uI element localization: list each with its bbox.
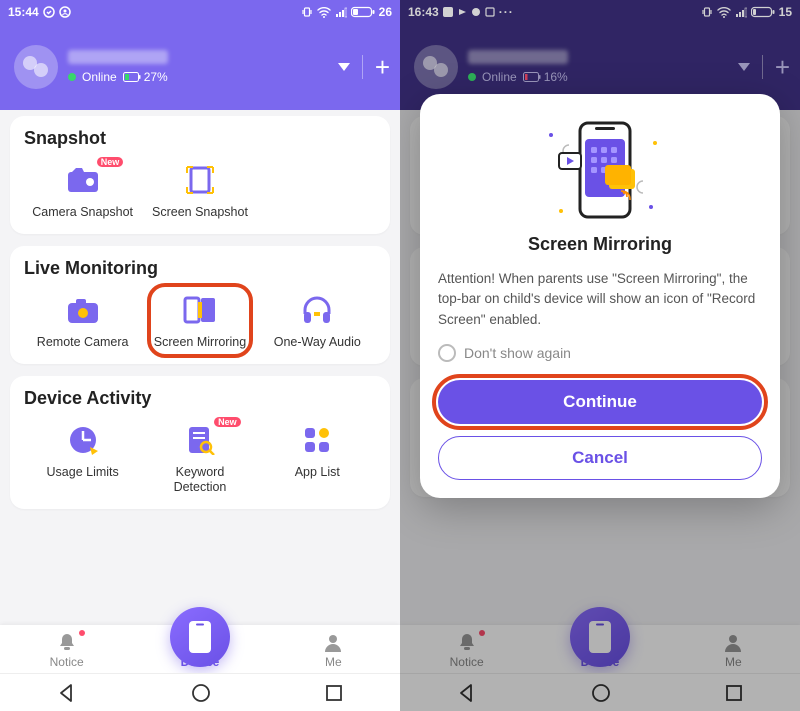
modal-body: Attention! When parents use "Screen Mirr… [438,269,762,330]
online-status: Online [82,70,117,84]
plus-icon[interactable]: + [375,54,390,80]
signal-icon [335,6,347,18]
battery-text: 26 [379,5,392,19]
vibrate-icon [301,6,313,18]
usage-limits-item[interactable]: Usage Limits [24,421,141,495]
app-list-icon [303,426,331,454]
item-label: Screen Snapshot [141,205,258,220]
phone-right: 16:43 ··· 15 Online 16% [400,0,800,711]
dont-show-again-checkbox[interactable]: Don't show again [438,344,762,362]
bell-icon [56,632,78,654]
cancel-button[interactable]: Cancel [438,436,762,480]
camera-snapshot-icon [66,166,100,194]
screen-snapshot-item[interactable]: Screen Snapshot [141,161,258,220]
camera-snapshot-item[interactable]: New Camera Snapshot [24,161,141,220]
chevron-down-icon[interactable] [338,63,350,71]
remote-camera-item[interactable]: Remote Camera [24,291,141,350]
phone-left: 15:44 26 Online 27% [0,0,400,711]
headphones-icon [301,296,333,324]
person-icon [322,632,344,654]
screen-snapshot-icon [185,165,215,195]
online-dot-icon [68,73,76,81]
screen-mirroring-modal: Screen Mirroring Attention! When parents… [420,94,780,498]
dont-show-label: Don't show again [464,345,571,361]
battery-icon [351,6,375,18]
person-circle-icon [59,6,71,18]
snapshot-card: Snapshot New Camera Snapshot Screen Snap… [10,116,390,234]
button-label: Continue [563,392,637,412]
tab-notice[interactable]: Notice [27,632,107,669]
item-label: App List [259,465,376,480]
home-icon[interactable] [190,682,212,704]
screen-mirroring-item[interactable]: Screen Mirroring [141,291,258,350]
keyword-detection-item[interactable]: New Keyword Detection [141,421,258,495]
device-battery: 27% [123,70,168,84]
item-label: One-Way Audio [259,335,376,350]
live-monitoring-card: Live Monitoring Remote Camera Screen Mir… [10,246,390,364]
username-blurred [68,50,168,64]
new-badge: New [214,417,241,427]
tab-me[interactable]: Me [293,632,373,669]
avatar[interactable] [14,45,58,89]
center-tab-device[interactable] [170,607,230,667]
modal-title: Screen Mirroring [438,234,762,255]
status-bar: 15:44 26 [0,0,400,24]
screen-mirroring-icon [183,296,217,324]
back-icon[interactable] [56,682,78,704]
checkbox-icon [438,344,456,362]
tab-label: Notice [27,655,107,669]
tab-label: Me [293,655,373,669]
android-nav-bar [0,673,400,711]
live-title: Live Monitoring [24,258,376,279]
button-label: Cancel [572,448,628,468]
snapshot-title: Snapshot [24,128,376,149]
activity-title: Device Activity [24,388,376,409]
recent-icon[interactable] [324,683,344,703]
item-label: Remote Camera [24,335,141,350]
divider [362,55,363,79]
phone-icon [187,619,213,655]
status-time: 15:44 [8,5,39,19]
remote-camera-icon [66,297,100,323]
content-scroll[interactable]: Snapshot New Camera Snapshot Screen Snap… [0,110,400,629]
modal-illustration [438,110,762,230]
new-badge: New [97,157,124,167]
one-way-audio-item[interactable]: One-Way Audio [259,291,376,350]
item-label: Screen Mirroring [141,335,258,350]
wifi-icon [317,6,331,18]
item-label: Camera Snapshot [24,205,141,220]
keyword-detection-icon [185,425,215,455]
device-activity-card: Device Activity Usage Limits New Keyword… [10,376,390,509]
check-circle-icon [43,6,55,18]
usage-limits-icon [68,425,98,455]
notification-dot-icon [79,630,85,636]
item-label: Usage Limits [24,465,141,480]
app-header: Online 27% + [0,24,400,110]
app-list-item[interactable]: App List [259,421,376,495]
item-label: Keyword Detection [141,465,258,495]
continue-button[interactable]: Continue [438,380,762,424]
